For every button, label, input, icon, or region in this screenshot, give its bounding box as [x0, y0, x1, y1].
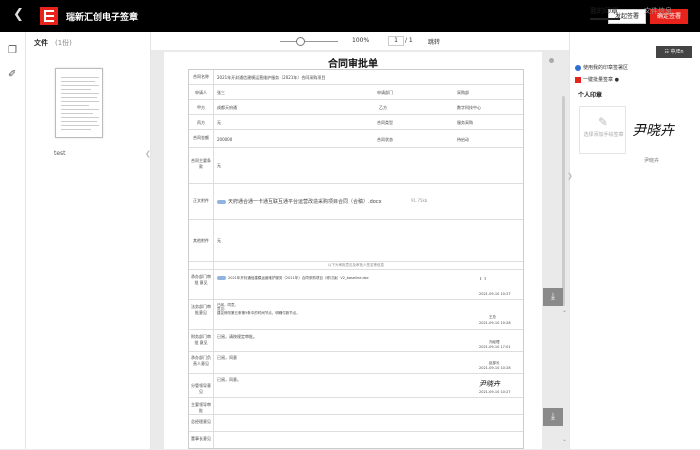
table-row: 甲方 成都天府通 乙方 数字科技中心	[189, 100, 523, 115]
paperclip-icon[interactable]: ✐	[8, 69, 19, 80]
table-row: 正文附件 天府通合通一卡通互联互通平台运营改造采购项目合同（合稿）.docx 9…	[189, 184, 523, 220]
table-row: 董事长意见	[191, 436, 211, 441]
active-tab-indicator	[590, 18, 620, 20]
signature-card[interactable]: 尹晓卉	[630, 106, 682, 154]
handwritten-signature: 尹晓卉	[479, 380, 500, 388]
page-number-input[interactable]: 1	[388, 36, 404, 46]
scroll-down-chevron-icon[interactable]: ⌄	[562, 307, 567, 314]
add-signature-button[interactable]: ✎ 选择添加手绘签章	[579, 106, 626, 154]
left-toolbar: ❐ ✐	[0, 32, 26, 449]
collapse-left-chevron-icon[interactable]: ❮	[145, 150, 151, 158]
jump-button[interactable]: 跳转	[428, 37, 440, 46]
zoom-slider-track[interactable]	[280, 41, 338, 42]
table-row: 承办部门负责人意见 已阅，同意 赵部长 2021-09-10 10:28	[189, 352, 523, 374]
signature-name: 尹晓卉	[644, 158, 660, 164]
top-bar: ❮ 瑞新汇创电子签章 发起签署 确定签署	[0, 0, 700, 32]
table-row: 合同金额 200000 合同状态 待启动	[189, 130, 523, 148]
scroll-down-chevron-icon[interactable]: ⌄	[562, 436, 567, 443]
file-panel: 文件 (1份) test	[26, 32, 151, 449]
page-total: / 1	[405, 37, 413, 44]
table-row: 分管领导意见 已阅，同意。 尹晓卉 2021-09-10 10:27	[189, 374, 523, 398]
option-batch-sign[interactable]: 一键批量签章 ●	[575, 76, 619, 83]
table-row: 法务部门审批意见 已阅，同意。 意见： 建议修改第五条第5条中的时间节点，明确付…	[189, 300, 523, 330]
scrollbar[interactable]	[562, 96, 565, 306]
help-icon: ●	[614, 77, 619, 83]
approval-header-row: 以下为审批意见及审批人签名等信息	[189, 262, 523, 270]
checkbox-icon	[575, 76, 581, 83]
document-icon[interactable]: ❐	[8, 45, 19, 56]
app-title: 瑞新汇创电子签章	[66, 13, 139, 23]
pen-icon: ✎	[598, 115, 609, 129]
table-row: 合同主要条款 无	[189, 148, 523, 184]
signature-image: 尹晓卉	[632, 123, 674, 139]
personal-seal-title: 个人印章	[578, 92, 603, 99]
table-row: 总经理意见	[189, 415, 523, 432]
file-icon	[217, 199, 226, 204]
table-row: 承办部门审批 意见 2021年开封通信建模运营维护服务（2021年）合同采购项目…	[189, 270, 523, 300]
file-count: (1份)	[55, 39, 72, 47]
table-row: 合同名称 2021年开封通信建模运营维护服务（2021年）合同采购项目	[189, 70, 523, 85]
back-chevron-icon[interactable]: ❮	[13, 7, 24, 22]
zoom-level: 100%	[352, 37, 370, 44]
file-thumbnail[interactable]	[55, 68, 103, 138]
file-name[interactable]: test	[54, 150, 66, 157]
zoom-slider-handle[interactable]	[296, 37, 305, 46]
download-bottom-icon[interactable]: ⤓	[543, 408, 563, 426]
file-panel-title: 文件	[34, 39, 48, 47]
tab-my-seals[interactable]: 我的印章	[590, 6, 618, 16]
document-title: 合同审批单	[328, 59, 378, 70]
table-row: 财务部门审批 意见 已阅，请按规定审批。 刘经理 2021-09-10 17:0…	[189, 330, 523, 352]
approval-table: 合同名称 2021年开封通信建模运营维护服务（2021年）合同采购项目 申请人 …	[188, 69, 524, 449]
tab-file-info[interactable]: 文件信息	[644, 6, 672, 16]
page-indicator-dot	[549, 58, 554, 63]
table-row: 其他附件 无	[189, 220, 523, 262]
document-page: 合同审批单 合同名称 2021年开封通信建模运营维护服务（2021年）合同采购项…	[164, 52, 542, 449]
download-icon[interactable]: ⬇ ⬆	[479, 276, 487, 281]
table-row: 主要领导审批	[189, 398, 523, 415]
option-use-my-seal[interactable]: 使用我的印章签署区	[575, 64, 628, 71]
language-toggle[interactable]: ☷ 中/En	[656, 46, 692, 58]
attachment-link[interactable]: 天府通合通一卡通互联互通平台运营改造采购项目合同（合稿）.docx	[217, 198, 382, 205]
approval-attachment-link[interactable]: 2021年开封通信建模运营维护服务（2021年）合同采购项目（修订版）V2_ba…	[217, 276, 369, 281]
info-icon	[575, 64, 581, 71]
download-icon[interactable]: ⤓	[543, 288, 563, 306]
table-row: 申请人 张三 申请部门 采购部	[189, 85, 523, 100]
app-logo	[40, 7, 58, 25]
collapse-right-chevron-icon[interactable]: ❯	[567, 172, 573, 180]
table-row: 丙方 无 合同类型 服务采购	[189, 115, 523, 130]
